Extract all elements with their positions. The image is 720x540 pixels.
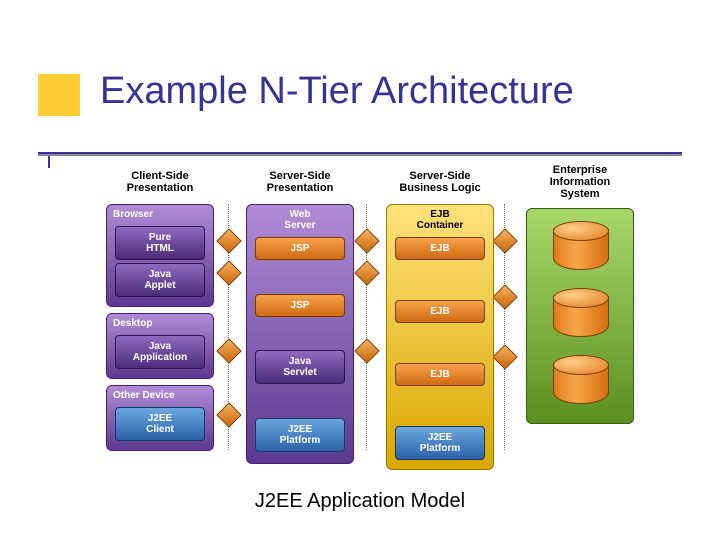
box-jsp: JSP xyxy=(255,294,345,317)
section-browser: Browser PureHTML JavaApplet xyxy=(106,204,214,307)
box-j2ee-client: J2EEClient xyxy=(115,407,205,441)
section-label: EJBContainer xyxy=(391,207,489,234)
section-other-device: Other Device J2EEClient xyxy=(106,385,214,451)
box-j2ee-platform: J2EEPlatform xyxy=(255,418,345,452)
column-server-presentation: Server-SidePresentation WebServer JSP JS… xyxy=(240,170,360,470)
box-pure-html: PureHTML xyxy=(115,226,205,260)
section-ejb-container: EJBContainer EJB EJB EJB J2EEPlatform xyxy=(386,204,494,470)
section-label: Other Device xyxy=(111,388,209,404)
section-desktop: Desktop JavaApplication xyxy=(106,313,214,379)
column-heading: EnterpriseInformationSystem xyxy=(550,164,611,204)
title-rule xyxy=(38,152,682,156)
box-ejb: EJB xyxy=(395,300,485,323)
database-cylinder-icon xyxy=(553,355,607,411)
box-j2ee-platform: J2EEPlatform xyxy=(395,426,485,460)
database-cylinder-icon xyxy=(553,288,607,344)
title-tick xyxy=(48,156,50,168)
database-cylinder-icon xyxy=(553,221,607,277)
section-eis xyxy=(526,208,634,424)
section-web-server: WebServer JSP JSP JavaServlet J2EEPlatfo… xyxy=(246,204,354,464)
section-label: WebServer xyxy=(251,207,349,234)
box-jsp: JSP xyxy=(255,237,345,260)
column-heading: Server-SideBusiness Logic xyxy=(399,170,480,200)
slide-caption: J2EE Application Model xyxy=(0,490,720,513)
box-java-applet: JavaApplet xyxy=(115,263,205,297)
architecture-diagram: Client-SidePresentation Browser PureHTML… xyxy=(100,170,640,470)
column-eis: EnterpriseInformationSystem xyxy=(520,170,640,470)
box-java-application: JavaApplication xyxy=(115,335,205,369)
column-heading: Server-SidePresentation xyxy=(267,170,334,200)
column-heading: Client-SidePresentation xyxy=(127,170,194,200)
section-label: Desktop xyxy=(111,316,209,332)
section-label: Browser xyxy=(111,207,209,223)
box-ejb: EJB xyxy=(395,363,485,386)
box-java-servlet: JavaServlet xyxy=(255,350,345,384)
slide-title: Example N-Tier Architecture xyxy=(100,70,574,113)
box-ejb: EJB xyxy=(395,237,485,260)
title-bullet xyxy=(38,74,80,116)
column-client-side: Client-SidePresentation Browser PureHTML… xyxy=(100,170,220,470)
column-business-logic: Server-SideBusiness Logic EJBContainer E… xyxy=(380,170,500,470)
